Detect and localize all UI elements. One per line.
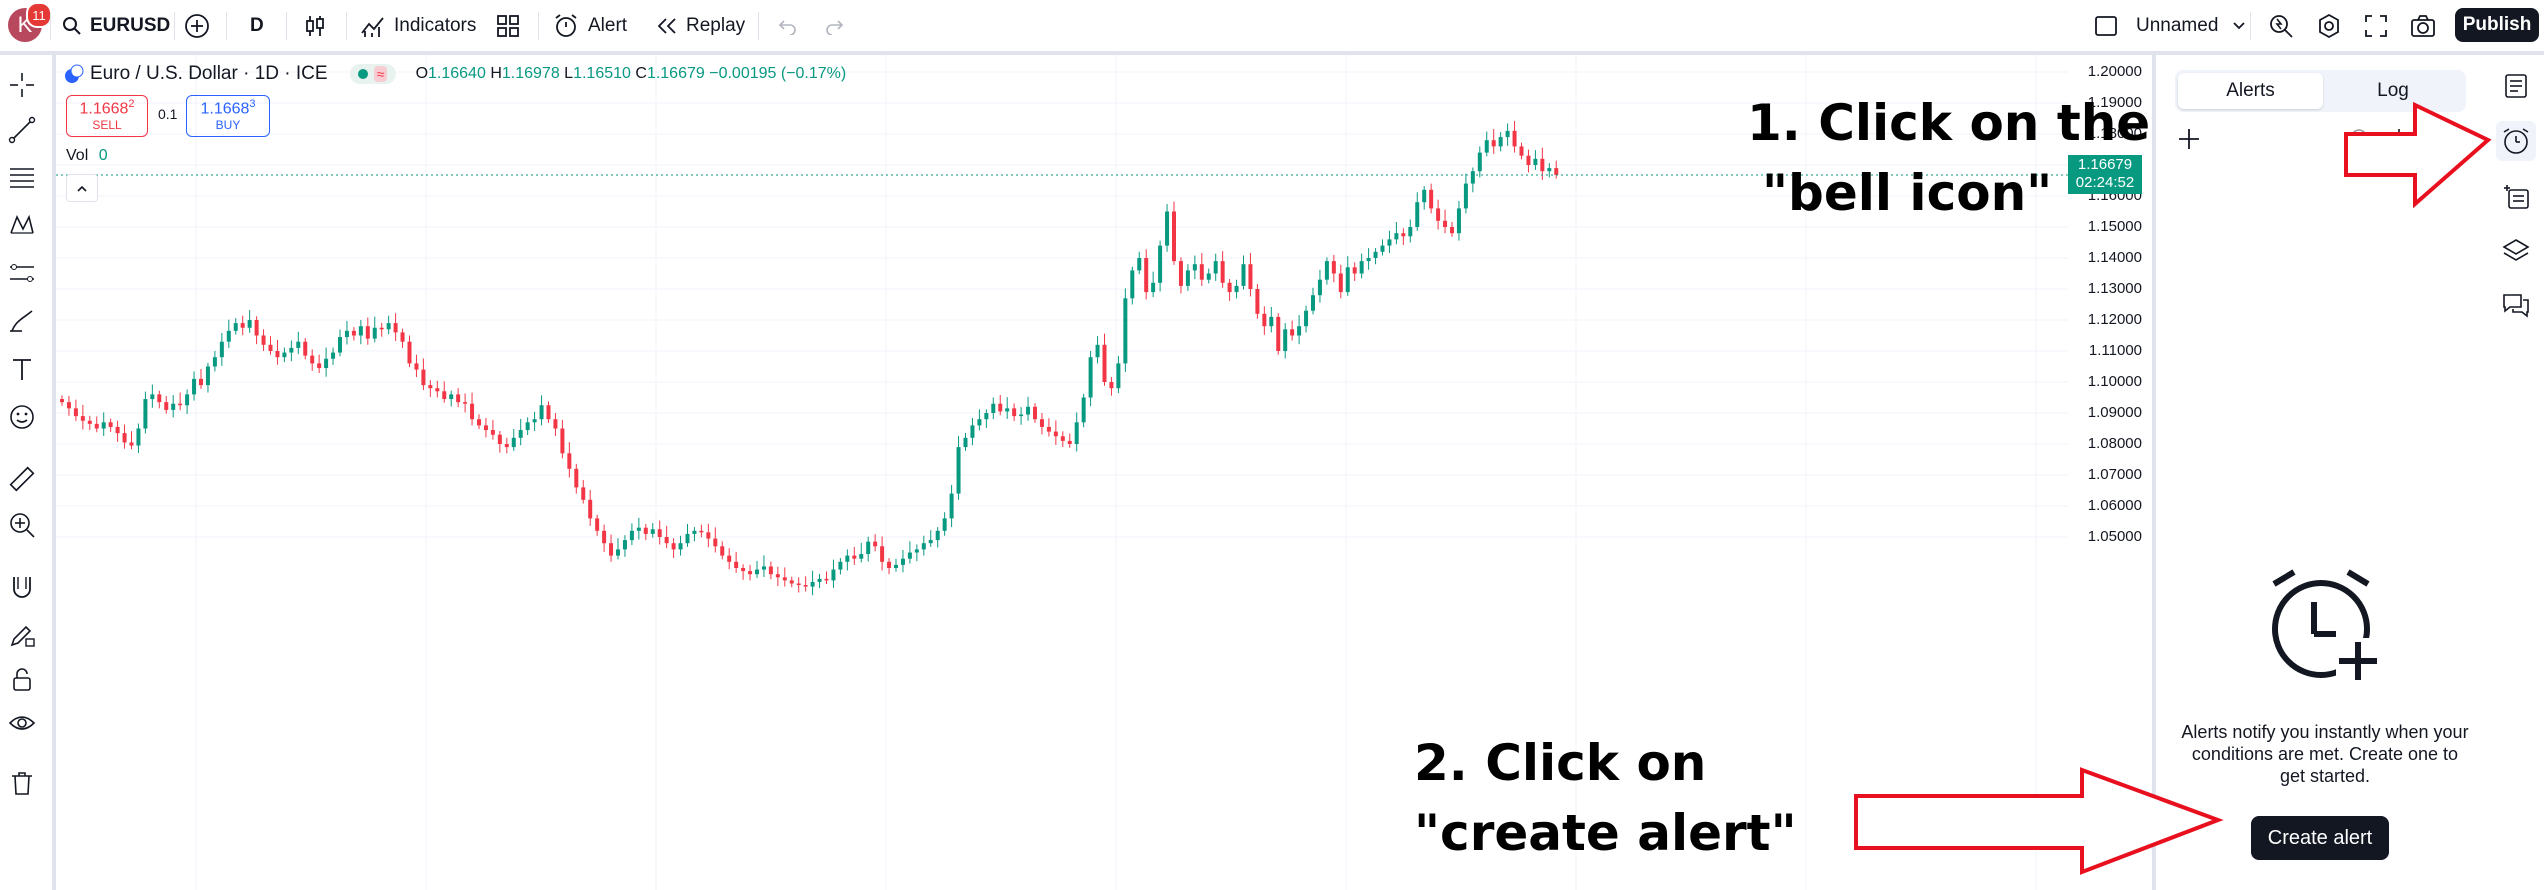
step1-line2: "bell icon" xyxy=(1762,164,2053,222)
step1-line1: 1. Click on the xyxy=(1747,94,2151,152)
step2-line2: "create alert" xyxy=(1414,804,1797,862)
arrow-to-bell-icon xyxy=(2344,101,2492,209)
arrow-to-create-alert xyxy=(1854,767,2224,875)
annotation-layer xyxy=(1854,101,2492,875)
step2-line1: 2. Click on xyxy=(1414,734,1707,792)
